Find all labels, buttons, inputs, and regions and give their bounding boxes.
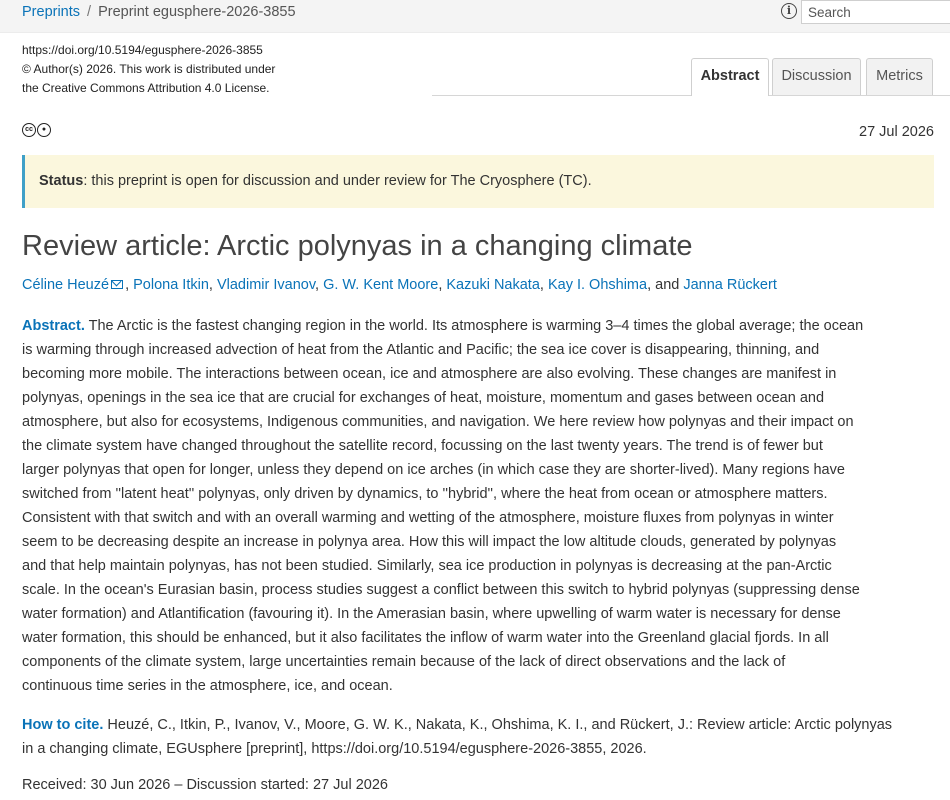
abstract-label: Abstract.	[22, 318, 85, 334]
abstract: Abstract. The Arctic is the fastest chan…	[22, 314, 937, 698]
author-separator: ,	[539, 277, 548, 293]
tab-metrics[interactable]: Metrics	[866, 58, 933, 95]
author-separator: ,	[315, 277, 324, 293]
author-link[interactable]: Vladimir Ivanov	[217, 277, 315, 293]
author-separator: ,	[208, 277, 217, 293]
breadcrumb-preprints-link[interactable]: Preprints	[22, 4, 80, 20]
abstract-line: and that help maintain polynyas, has not…	[22, 558, 832, 574]
cc-license-icons[interactable]: cc ●	[22, 123, 52, 139]
tab-discussion[interactable]: Discussion	[772, 58, 861, 95]
author-link[interactable]: Polona Itkin	[133, 277, 209, 293]
abstract-line: components of the climate system, large …	[22, 654, 786, 670]
abstract-line: the climate system have changed througho…	[22, 438, 823, 454]
breadcrumb-current: Preprint egusphere-2026-3855	[98, 4, 296, 20]
abstract-line: is warming through increased advection o…	[22, 342, 820, 358]
abstract-line: water formation, this should be enhanced…	[22, 630, 829, 646]
abstract-line: atmosphere, but also for ecosystems, Ind…	[22, 414, 854, 430]
abstract-line: Abstract. The Arctic is the fastest chan…	[22, 318, 864, 334]
author-link[interactable]: Kay I. Ohshima	[548, 277, 647, 293]
author-link[interactable]: Kazuki Nakata	[446, 277, 540, 293]
how-to-cite: How to cite. Heuzé, C., Itkin, P., Ivano…	[22, 713, 937, 761]
abstract-line: scale. In the ocean's Eurasian basin, pr…	[22, 582, 860, 598]
author-separator: , and	[647, 277, 684, 293]
cc-icon: cc	[22, 123, 36, 137]
author-link[interactable]: Janna Rückert	[683, 277, 777, 293]
abstract-line: seem to be decreasing despite an increas…	[22, 534, 837, 550]
cite-line: in a changing climate, EGUsphere [prepri…	[22, 741, 647, 757]
info-icon[interactable]: i	[781, 3, 797, 19]
abstract-line: Consistent with that switch and with an …	[22, 510, 834, 526]
cite-line: How to cite. Heuzé, C., Itkin, P., Ivano…	[22, 717, 893, 733]
by-icon: ●	[37, 123, 51, 137]
abstract-line: polynyas, openings in the sea ice that a…	[22, 390, 825, 406]
abstract-line: larger polynyas that open for longer, un…	[22, 462, 845, 478]
cite-label: How to cite.	[22, 717, 104, 733]
license-text: the Creative Commons Attribution 4.0 Lic…	[22, 81, 270, 95]
author-link[interactable]: G. W. Kent Moore	[323, 277, 438, 293]
search-input[interactable]	[801, 0, 950, 24]
publication-date: 27 Jul 2026	[859, 124, 934, 140]
mail-icon[interactable]	[111, 279, 124, 289]
tab-abstract[interactable]: Abstract	[691, 58, 769, 96]
status-text: : this preprint is open for discussion a…	[83, 173, 592, 189]
status-box: Status: this preprint is open for discus…	[22, 155, 934, 208]
top-bar: Preprints / Preprint egusphere-2026-3855 i	[0, 0, 950, 33]
abstract-line: water formation) and Atlantification (fa…	[22, 606, 841, 622]
breadcrumb-separator: /	[87, 4, 92, 20]
copyright-text: © Author(s) 2026. This work is distribut…	[22, 62, 276, 76]
abstract-line: continuous time series in the atmosphere…	[22, 678, 393, 694]
doi-text: https://doi.org/10.5194/egusphere-2026-3…	[22, 43, 263, 57]
abstract-line: switched from ''latent heat'' polynyas, …	[22, 486, 828, 502]
status-label: Status	[39, 173, 84, 189]
license-block: https://doi.org/10.5194/egusphere-2026-3…	[22, 41, 322, 98]
page-title: Review article: Arctic polynyas in a cha…	[22, 230, 693, 262]
abstract-line: becoming more mobile. The interactions b…	[22, 366, 837, 382]
author-link[interactable]: Céline Heuzé	[22, 277, 109, 293]
author-separator: ,	[125, 277, 134, 293]
received-dates: Received: 30 Jun 2026 – Discussion start…	[22, 777, 388, 793]
author-list: Céline Heuzé, Polona Itkin, Vladimir Iva…	[22, 275, 777, 295]
breadcrumb: Preprints / Preprint egusphere-2026-3855	[22, 3, 296, 21]
